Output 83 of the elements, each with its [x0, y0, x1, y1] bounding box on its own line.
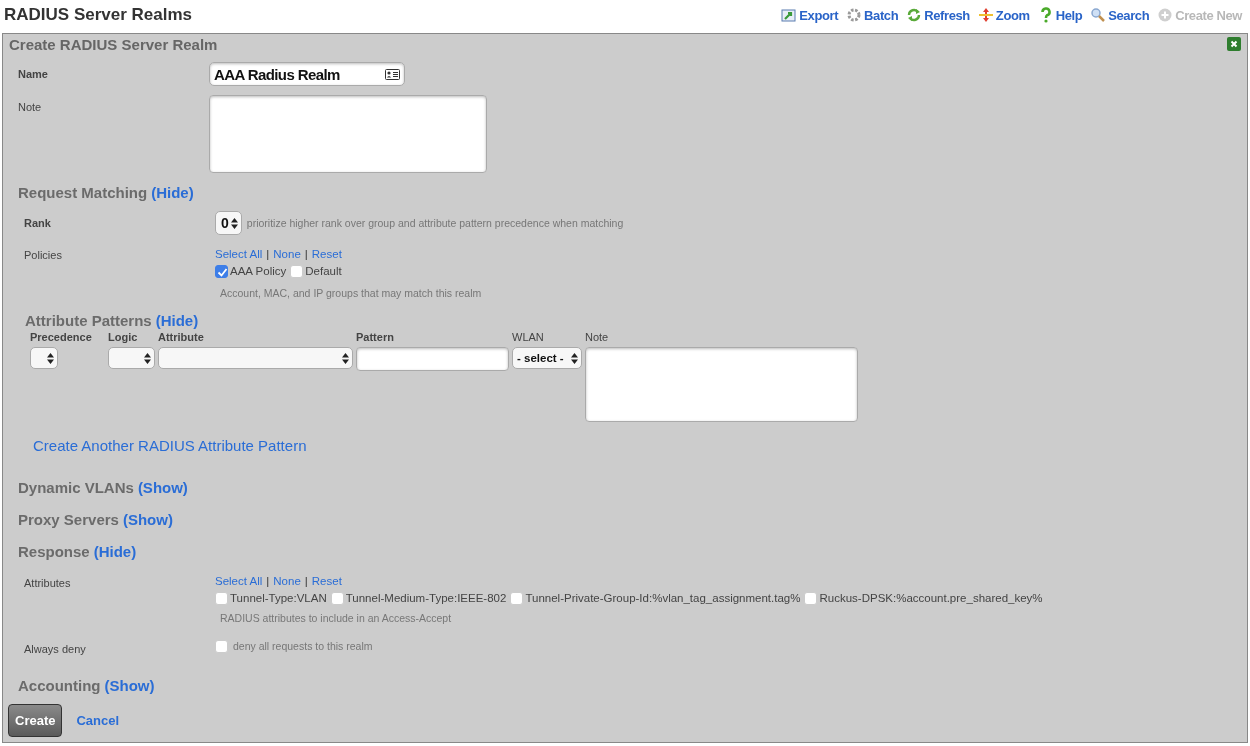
pattern-field[interactable]	[356, 347, 509, 371]
create-pattern-link[interactable]: Create Another RADIUS Attribute Pattern	[33, 437, 307, 455]
select-arrows-icon	[230, 217, 238, 229]
field-label: Always deny	[23, 642, 87, 655]
field-label: Name	[17, 68, 49, 80]
separator: |	[304, 248, 308, 260]
refresh-icon	[906, 7, 923, 23]
select-link[interactable]: Select All	[215, 248, 263, 260]
section-title: Request Matching	[18, 183, 148, 201]
wlan-select[interactable]: - select -	[512, 347, 582, 369]
select-link[interactable]: None	[273, 248, 301, 260]
rank-select[interactable]: 0	[215, 211, 242, 235]
checkbox-label: Default	[305, 265, 342, 277]
checkbox[interactable]	[215, 264, 228, 278]
select-arrows-icon	[47, 352, 54, 364]
separator: |	[266, 248, 270, 260]
note-field[interactable]	[209, 95, 487, 173]
field-label: Policies	[23, 248, 63, 261]
checkbox[interactable]	[290, 264, 304, 278]
toggle-link[interactable]: (Show)	[137, 478, 188, 496]
select-arrows-icon	[571, 352, 578, 364]
checkbox-label: Tunnel-Private-Group-Id:%vlan_tag_assignment.tag%	[525, 592, 801, 604]
select-field[interactable]	[108, 347, 155, 369]
toggle-link[interactable]: (Show)	[104, 676, 155, 694]
toolbar-link[interactable]: Export	[781, 7, 839, 23]
search-icon	[1090, 7, 1107, 23]
toolbar-link[interactable]: Batch	[846, 7, 899, 23]
panel-title: Create RADIUS Server Realm	[9, 35, 218, 53]
toggle-link[interactable]: (Hide)	[155, 311, 199, 329]
note-field[interactable]	[585, 347, 858, 422]
create-button[interactable]: Create	[8, 704, 63, 737]
select-link[interactable]: Reset	[311, 248, 342, 260]
section-title: Response	[18, 542, 90, 560]
cancel-link[interactable]: Cancel	[76, 713, 120, 728]
policies-hint: Account, MAC, and IP groups that may match this realm	[220, 287, 482, 299]
select-link[interactable]: Select All	[215, 575, 263, 587]
field-label: Note	[17, 100, 43, 113]
page-title: RADIUS Server Realms	[4, 5, 193, 25]
section-title: Proxy Servers	[18, 510, 119, 528]
field-label: Rank	[23, 217, 52, 229]
column-header: Note	[585, 331, 610, 344]
field-label: Attributes	[23, 576, 72, 589]
contact-card-icon	[385, 68, 400, 80]
select-field[interactable]	[30, 347, 58, 369]
toggle-link[interactable]: (Hide)	[93, 542, 137, 560]
toolbar-link[interactable]: Zoom	[977, 7, 1030, 23]
toggle-link[interactable]: (Show)	[122, 510, 173, 528]
close-icon[interactable]	[1227, 37, 1241, 51]
select-field[interactable]	[158, 347, 353, 369]
select-arrows-icon	[342, 352, 349, 364]
section-title: Dynamic VLANs	[18, 478, 134, 496]
select-link[interactable]: None	[273, 575, 301, 587]
toolbar-link[interactable]: Refresh	[906, 7, 970, 23]
attributes-hint: RADIUS attributes to include in an Access-Accept	[220, 612, 453, 624]
checkbox[interactable]	[804, 591, 818, 605]
column-header: Logic	[108, 331, 139, 344]
arrows-icon	[977, 7, 994, 23]
toolbar-link[interactable]: Search	[1090, 7, 1150, 23]
separator: |	[266, 575, 270, 587]
select-arrows-icon	[144, 352, 151, 364]
select-link[interactable]: Reset	[311, 575, 342, 587]
checkbox[interactable]	[215, 639, 228, 653]
checkbox-label: Tunnel-Type:VLAN	[230, 592, 327, 604]
checkbox-label: Ruckus-DPSK:%account.pre_shared_key%	[819, 592, 1043, 604]
column-header: Precedence	[30, 331, 93, 344]
toggle-link[interactable]: (Hide)	[151, 183, 194, 201]
checkbox[interactable]	[510, 591, 524, 605]
checkbox-label: AAA Policy	[230, 265, 287, 277]
name-field[interactable]: AAA Radius Realm	[209, 62, 405, 86]
checkbox[interactable]	[215, 591, 228, 605]
column-header: Pattern	[356, 331, 395, 344]
checkbox-label: Tunnel-Medium-Type:IEEE-802	[345, 592, 507, 604]
checkbox[interactable]	[330, 591, 344, 605]
toolbar-link[interactable]: Help	[1037, 7, 1083, 23]
export-icon	[781, 7, 798, 23]
plus-icon	[1157, 7, 1174, 23]
rank-hint: prioritize higher rank over group and attribute pattern precedence when matching	[246, 217, 624, 229]
deny-label: deny all requests to this realm	[233, 640, 373, 652]
column-header: WLAN	[512, 331, 545, 344]
section-title: Accounting	[18, 676, 101, 694]
separator: |	[304, 575, 308, 587]
section-title: Attribute Patterns	[25, 311, 152, 329]
column-header: Attribute	[158, 331, 205, 344]
